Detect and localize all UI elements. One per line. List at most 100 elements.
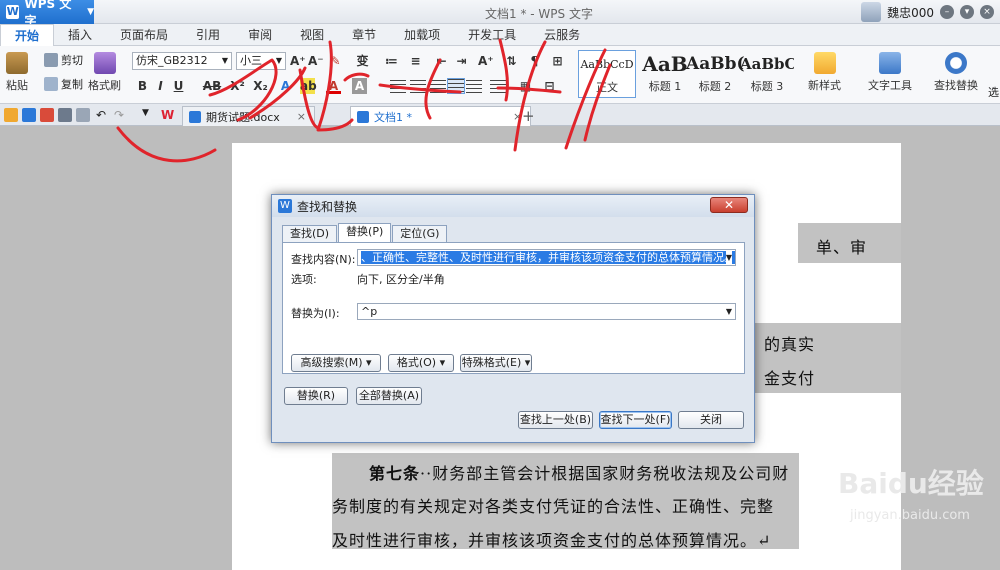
numbered-list-icon[interactable]: ≡: [408, 53, 423, 69]
grow-font-icon[interactable]: A⁺: [290, 53, 306, 69]
new-style-button[interactable]: 新样式: [808, 52, 841, 93]
export-pdf-icon[interactable]: [40, 108, 54, 122]
cut-button[interactable]: 剪切: [44, 52, 83, 68]
line-spacing-icon[interactable]: [490, 80, 506, 94]
print-icon[interactable]: [58, 108, 72, 122]
bold-icon[interactable]: B: [135, 78, 150, 94]
close-icon[interactable]: ×: [980, 5, 994, 19]
tab-cloud[interactable]: 云服务: [530, 24, 594, 46]
chevron-down-icon: ▼: [275, 56, 282, 65]
close-icon[interactable]: ×: [297, 110, 306, 123]
replace-all-button[interactable]: 全部替换(A): [356, 387, 422, 405]
decrease-indent-icon[interactable]: ⇤: [434, 53, 449, 69]
copy-button[interactable]: 复制: [44, 76, 83, 92]
save-icon[interactable]: [22, 108, 36, 122]
style-heading-2[interactable]: AaBb( 标题 2: [686, 50, 744, 98]
font-name-select[interactable]: 仿宋_GB2312 ▼: [132, 52, 232, 70]
close-icon[interactable]: ×: [513, 110, 522, 123]
new-tab-icon[interactable]: +: [522, 107, 535, 125]
tab-insert[interactable]: 插入: [54, 24, 106, 46]
align-right-icon[interactable]: [430, 80, 446, 94]
text-effect-icon[interactable]: A: [278, 78, 293, 94]
bullet-list-icon[interactable]: ≔: [384, 53, 399, 69]
minimize-icon[interactable]: –: [940, 5, 954, 19]
chevron-down-icon[interactable]: ▼: [142, 108, 156, 122]
text-tools-button[interactable]: 文字工具: [868, 52, 912, 93]
phonetic-icon[interactable]: 变: [355, 53, 370, 69]
doc-tab-1[interactable]: 文档1 * ×: [350, 106, 532, 126]
find-previous-button[interactable]: 查找上一处(B): [518, 411, 593, 429]
watermark-url: jingyan.baidu.com: [850, 508, 970, 523]
clear-format-icon[interactable]: ✎: [328, 53, 343, 69]
find-replace-dialog: W 查找和替换 ✕ 查找(D) 替换(P) 定位(G) 查找内容(N): 、正确…: [271, 194, 755, 443]
wps-home-icon[interactable]: W: [161, 108, 175, 122]
replace-panel: 查找内容(N): 、正确性、完整性、及时性进行审核，并审核该项资金支付的总体预算…: [282, 242, 745, 374]
tab-addins[interactable]: 加载项: [390, 24, 454, 46]
format-button[interactable]: 格式(O) ▾: [388, 354, 454, 372]
shading-icon[interactable]: ▦: [518, 78, 533, 94]
copy-label: 复制: [61, 78, 83, 91]
tab-developer[interactable]: 开发工具: [454, 24, 530, 46]
dialog-close-icon[interactable]: ✕: [710, 197, 748, 213]
text-tools-label: 文字工具: [868, 79, 912, 92]
superscript-icon[interactable]: X²: [230, 78, 245, 94]
tab-page-layout[interactable]: 页面布局: [106, 24, 182, 46]
close-button[interactable]: 关闭: [678, 411, 744, 429]
doc-tab-0[interactable]: 期货试题.docx ×: [182, 106, 315, 126]
replace-input[interactable]: ^p ▼: [357, 303, 736, 320]
paste-label: 粘贴: [6, 79, 28, 92]
undo-icon[interactable]: ↶: [96, 108, 110, 122]
redo-icon[interactable]: ↷: [114, 108, 128, 122]
subscript-icon[interactable]: X₂: [253, 78, 268, 94]
user-name[interactable]: 魏忠000: [887, 4, 934, 21]
dialog-title: 查找和替换: [297, 199, 358, 214]
chevron-down-icon[interactable]: ▼: [725, 304, 732, 319]
show-marks-icon[interactable]: ¶: [527, 53, 542, 69]
format-painter-button[interactable]: 格式刷: [88, 52, 121, 93]
window-title: 文档1 * - WPS 文字: [485, 7, 593, 21]
advanced-search-button[interactable]: 高级搜索(M) ▾: [291, 354, 381, 372]
underline-icon[interactable]: U: [171, 78, 186, 94]
align-center-icon[interactable]: [410, 80, 426, 94]
char-shading-icon[interactable]: A: [352, 78, 367, 94]
tab-section[interactable]: 章节: [338, 24, 390, 46]
align-left-icon[interactable]: [390, 80, 406, 94]
print-preview-icon[interactable]: [76, 108, 90, 122]
border-icon[interactable]: ⊟: [542, 78, 557, 94]
font-color-icon[interactable]: A: [326, 78, 341, 94]
dialog-title-bar[interactable]: W 查找和替换 ✕: [272, 195, 754, 217]
font-size-select[interactable]: 小三 ▼: [236, 52, 286, 70]
find-next-button[interactable]: 查找下一处(F): [599, 411, 672, 429]
tab-view[interactable]: 视图: [286, 24, 338, 46]
tab-home[interactable]: 开始: [0, 24, 55, 46]
increase-indent-icon[interactable]: ⇥: [454, 53, 469, 69]
sort-icon[interactable]: ⇅: [504, 53, 519, 69]
chevron-down-icon[interactable]: ▼: [725, 250, 732, 265]
tab-references[interactable]: 引用: [182, 24, 234, 46]
table-icon[interactable]: ⊞: [550, 53, 565, 69]
paste-button[interactable]: 粘贴: [6, 52, 28, 93]
maximize-icon[interactable]: ▾: [960, 5, 974, 19]
open-icon[interactable]: [4, 108, 18, 122]
tab-goto[interactable]: 定位(G): [392, 225, 448, 242]
avatar[interactable]: [861, 2, 882, 22]
find-replace-button[interactable]: 查找替换: [934, 52, 978, 93]
select-button[interactable]: 选: [988, 84, 999, 100]
text-tools-icon: [879, 52, 901, 74]
replace-button[interactable]: 替换(R): [284, 387, 348, 405]
strikethrough-icon[interactable]: AB: [201, 78, 223, 94]
special-format-button[interactable]: 特殊格式(E) ▾: [460, 354, 532, 372]
shrink-font-icon[interactable]: A⁻: [308, 53, 324, 69]
distributed-align-icon[interactable]: [466, 80, 482, 94]
highlight-icon[interactable]: ab: [300, 78, 317, 94]
app-menu-button[interactable]: W WPS 文字 ▼: [0, 0, 94, 28]
chinese-layout-icon[interactable]: A⁺: [478, 53, 494, 69]
tab-find[interactable]: 查找(D): [282, 225, 338, 242]
style-normal[interactable]: AaBbCcD 正文: [578, 50, 636, 98]
find-input[interactable]: 、正确性、完整性、及时性进行审核，并审核该项资金支付的总体预算情况。^p ▼: [357, 249, 736, 266]
style-heading-3[interactable]: AaBbC 标题 3: [740, 50, 794, 98]
tab-replace[interactable]: 替换(P): [338, 223, 392, 242]
italic-icon[interactable]: I: [153, 78, 168, 94]
tab-review[interactable]: 审阅: [234, 24, 286, 46]
align-justify-icon[interactable]: [447, 78, 465, 94]
